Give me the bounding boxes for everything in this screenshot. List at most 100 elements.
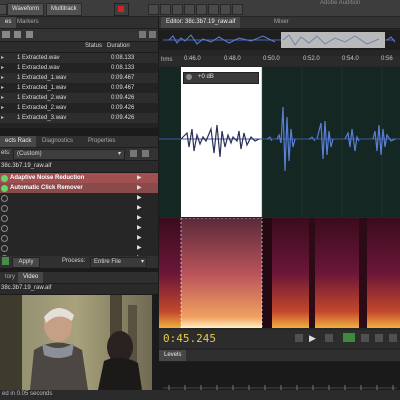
expand-icon[interactable]: ▸ — [1, 63, 4, 73]
file-row[interactable]: ▸ 1 Extracted_3.wav 0:09.426 — [0, 113, 158, 123]
spectral-view[interactable] — [159, 218, 400, 328]
effect-slot[interactable]: Adaptive Noise Reduction ▶ — [0, 173, 158, 183]
expand-icon[interactable]: ▸ — [1, 83, 4, 93]
file-name: 1 Extracted_2.wav — [17, 95, 67, 101]
power-icon[interactable] — [1, 205, 8, 212]
power-icon[interactable] — [1, 185, 8, 192]
power-icon[interactable] — [1, 225, 8, 232]
apply-button[interactable]: Apply — [12, 257, 40, 268]
waveform-button[interactable]: Waveform — [7, 3, 45, 16]
trash-icon[interactable] — [149, 31, 156, 38]
effect-menu-icon[interactable]: ▶ — [137, 203, 142, 213]
expand-icon[interactable]: ▸ — [1, 53, 4, 63]
effect-slot[interactable]: ▶ — [0, 203, 158, 213]
tool-brush-icon[interactable] — [220, 4, 231, 15]
video-preview[interactable] — [0, 295, 152, 390]
expand-icon[interactable]: ▸ — [1, 103, 4, 113]
effect-menu-icon[interactable]: ▶ — [137, 183, 142, 193]
effect-menu-icon[interactable]: ▶ — [137, 233, 142, 243]
waveform-view[interactable]: +0 dB — [159, 67, 400, 217]
tool-heal-icon[interactable] — [232, 4, 243, 15]
effect-slot[interactable]: ▶ — [0, 213, 158, 223]
duration-column-header[interactable]: Duration — [107, 43, 130, 49]
effects-tabbar: ects Rack Diagnostics Properties — [0, 136, 158, 148]
stop-icon[interactable] — [295, 334, 303, 342]
skip-end-icon[interactable] — [389, 334, 397, 342]
play-icon[interactable]: ▶ — [309, 333, 316, 344]
tab-levels[interactable]: Levels — [159, 350, 187, 361]
record-icon[interactable] — [114, 3, 129, 16]
close-file-icon[interactable] — [139, 31, 146, 38]
effect-menu-icon[interactable]: ▶ — [137, 193, 142, 203]
overview-strip[interactable] — [159, 30, 400, 50]
video-tabbar: tory Video — [0, 272, 158, 284]
tab-properties[interactable]: Properties — [83, 136, 120, 147]
effect-slot[interactable]: ▶ — [0, 193, 158, 203]
file-row[interactable]: ▸ 1 Extracted.wav 0:08.133 — [0, 53, 158, 63]
file-name: 1 Extracted.wav — [17, 65, 60, 71]
power-icon[interactable] — [1, 245, 8, 252]
file-row[interactable]: ▸ 1 Extracted.wav 0:08.133 — [0, 63, 158, 73]
file-row[interactable]: ▸ 1 Extracted_2.wav 0:09.426 — [0, 103, 158, 113]
knob-icon[interactable] — [186, 74, 192, 80]
tool-time-select-icon[interactable] — [184, 4, 195, 15]
tool-move-icon[interactable] — [148, 4, 159, 15]
tab-effects-rack[interactable]: ects Rack — [0, 136, 37, 147]
pause-icon[interactable] — [325, 334, 333, 342]
effect-slot[interactable]: ▶ — [0, 243, 158, 253]
effect-menu-icon[interactable]: ▶ — [137, 173, 142, 183]
tool-lasso-icon[interactable] — [208, 4, 219, 15]
ruler-tick-label: 0:52.0 — [303, 56, 320, 62]
overview-waveform — [163, 32, 396, 48]
tool-razor-icon[interactable] — [160, 4, 171, 15]
tab-diagnostics[interactable]: Diagnostics — [37, 136, 78, 147]
power-icon[interactable] — [1, 195, 8, 202]
tab-video[interactable]: Video — [18, 272, 44, 283]
power-icon[interactable] — [1, 235, 8, 242]
time-unit-label: hms — [161, 57, 173, 63]
top-toolbar: Waveform Multitrack Adobe Audition — [0, 0, 400, 17]
rack-file-label: 38c.3b7.19_raw.aif — [1, 163, 52, 169]
save-preset-icon[interactable] — [130, 150, 137, 157]
file-row[interactable]: ▸ 1 Extracted_1.wav 0:09.467 — [0, 83, 158, 93]
effect-menu-icon[interactable]: ▶ — [137, 243, 142, 253]
effect-slot[interactable]: Automatic Click Remover ▶ — [0, 183, 158, 193]
folder-icon[interactable] — [2, 31, 10, 38]
effect-slot[interactable]: ▶ — [0, 233, 158, 243]
delete-preset-icon[interactable] — [142, 150, 149, 157]
effect-menu-icon[interactable]: ▶ — [137, 223, 142, 233]
multitrack-button[interactable]: Multitrack — [46, 3, 82, 16]
status-column-header[interactable]: Status — [85, 43, 102, 49]
process-dropdown[interactable]: Entire File ▾ — [90, 257, 147, 268]
tool-slip-icon[interactable] — [172, 4, 183, 15]
file-duration: 0:08.133 — [111, 55, 135, 61]
presets-dropdown[interactable]: (Custom) ▾ — [13, 149, 125, 160]
file-row[interactable]: ▸ 1 Extracted_1.wav 0:09.467 — [0, 73, 158, 83]
effect-menu-icon[interactable]: ▶ — [137, 213, 142, 223]
file-row[interactable]: ▸ 1 Extracted_2.wav 0:09.426 — [0, 93, 158, 103]
time-ruler[interactable]: hms 0:46.0 0:48.0 0:50.0 0:52.0 0:54.0 0… — [159, 56, 400, 66]
effect-slot[interactable]: ▶ — [0, 223, 158, 233]
tab-editor[interactable]: Editor: 38c.3b7.19_raw.aif — [161, 17, 241, 28]
tab-markers[interactable]: Markers — [12, 17, 44, 28]
rack-power-icon[interactable] — [2, 257, 9, 265]
loop-icon[interactable] — [343, 333, 355, 342]
menu-icon[interactable] — [0, 4, 7, 15]
rack-file-row: 38c.3b7.19_raw.aif — [0, 161, 158, 172]
import-icon[interactable] — [14, 31, 21, 38]
fast-forward-icon[interactable] — [375, 334, 383, 342]
hud-volume[interactable]: +0 dB — [183, 72, 259, 84]
power-icon[interactable] — [1, 175, 8, 182]
status-text: ed in 0.05 seconds — [2, 391, 53, 397]
tab-history[interactable]: tory — [0, 272, 20, 283]
expand-icon[interactable]: ▸ — [1, 113, 4, 123]
files-list: ▸ 1 Extracted.wav 0:08.133 ▸ 1 Extracted… — [0, 53, 158, 128]
new-file-icon[interactable] — [26, 31, 33, 38]
expand-icon[interactable]: ▸ — [1, 93, 4, 103]
tab-mixer[interactable]: Mixer — [269, 17, 294, 28]
power-icon[interactable] — [1, 215, 8, 222]
expand-icon[interactable]: ▸ — [1, 73, 4, 83]
tool-marquee-icon[interactable] — [196, 4, 207, 15]
rewind-icon[interactable] — [361, 334, 369, 342]
presets-label: ets: — [1, 150, 11, 156]
